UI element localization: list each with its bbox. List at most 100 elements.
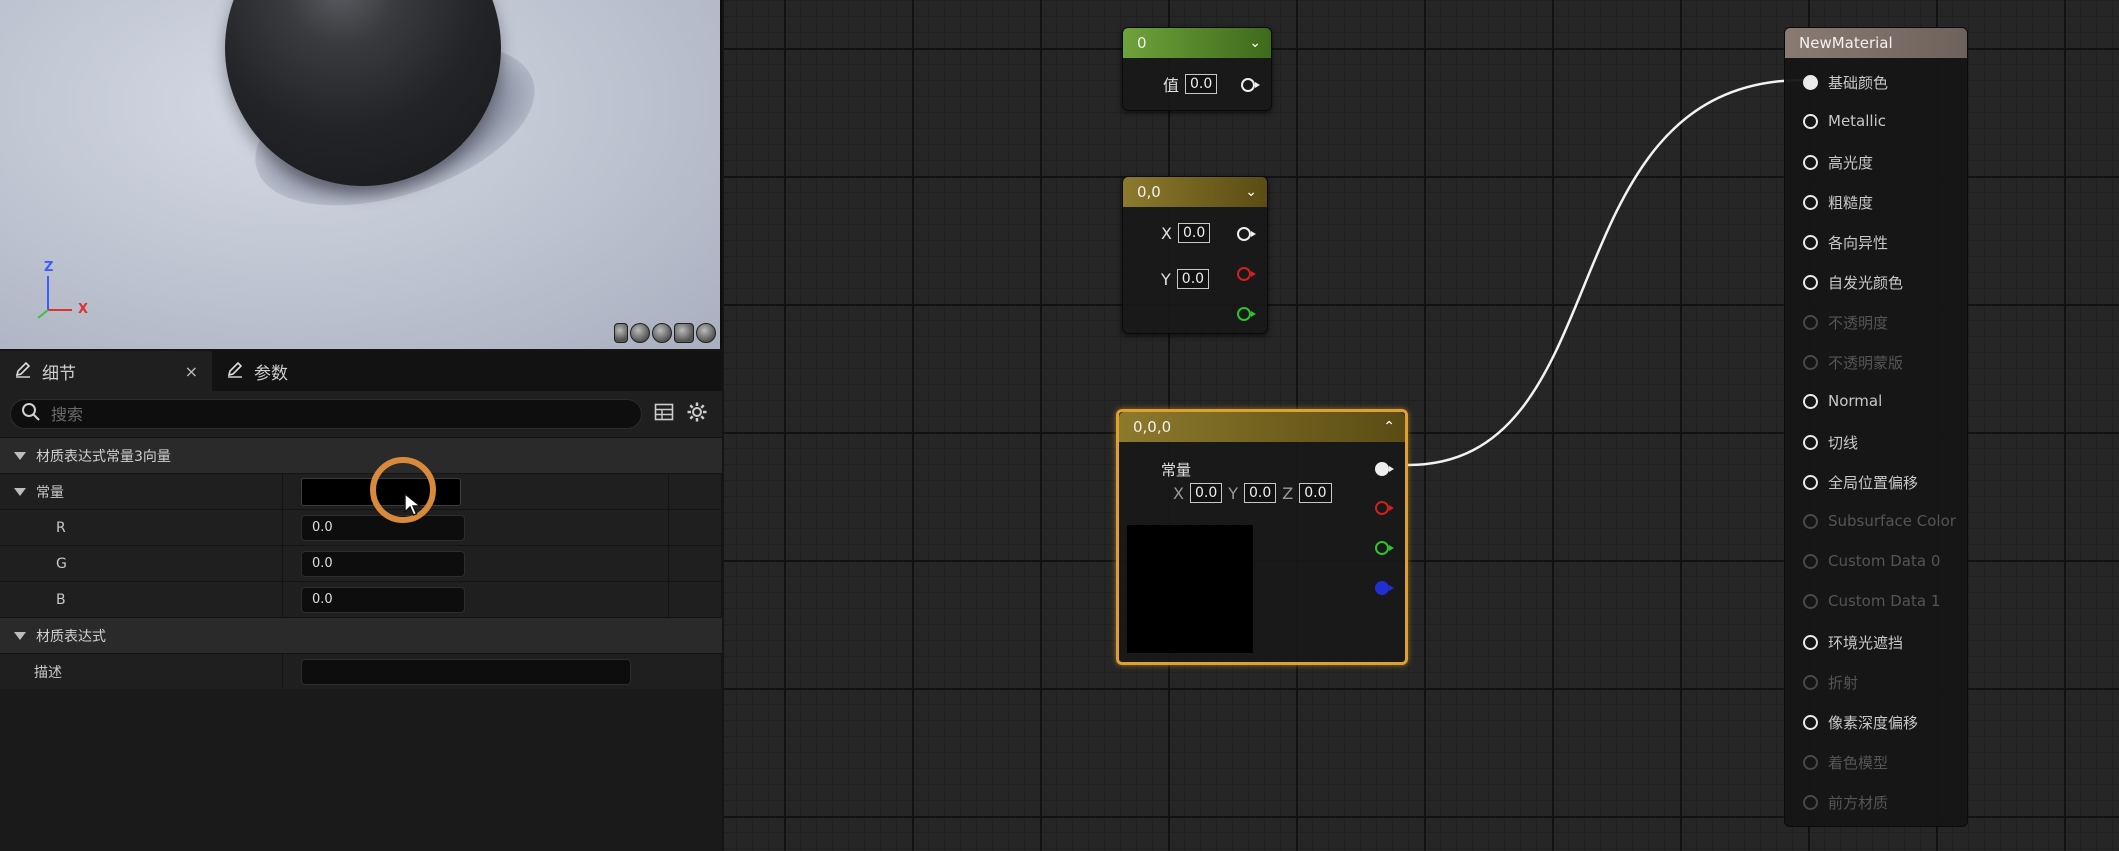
input-pin-icon[interactable]	[1803, 435, 1818, 450]
r-input[interactable]: 0.0	[301, 514, 465, 541]
preview-sphere-button[interactable]	[630, 323, 650, 343]
value-input[interactable]: 0.0	[1185, 74, 1218, 94]
gear-icon[interactable]	[686, 401, 708, 427]
preview-cube-button[interactable]	[674, 323, 694, 343]
result-pin-label: 折射	[1828, 674, 1859, 692]
input-pin-icon[interactable]	[1803, 75, 1818, 90]
result-pin[interactable]: Metallic	[1803, 112, 1886, 130]
preview-plane-button[interactable]	[652, 323, 672, 343]
result-pin[interactable]: 像素深度偏移	[1803, 712, 1918, 733]
property-extra	[669, 582, 722, 617]
result-pin[interactable]: 全局位置偏移	[1803, 472, 1918, 493]
x-input[interactable]: 0.0	[1177, 223, 1211, 243]
node-constant-2vector[interactable]: 0,0 ⌄ X 0.0 Y 0.0	[1122, 176, 1268, 334]
table-view-icon[interactable]	[654, 402, 674, 426]
result-pin[interactable]: 前方材质	[1803, 792, 1888, 813]
result-pin[interactable]: 高光度	[1803, 152, 1873, 173]
node-scalar-constant[interactable]: 0 ⌄ 值 0.0	[1122, 27, 1272, 111]
input-pin-icon[interactable]	[1803, 155, 1818, 170]
axis-z-label: Z	[44, 260, 54, 275]
output-pin-g[interactable]	[1237, 307, 1256, 321]
node-vec2-header[interactable]: 0,0 ⌄	[1123, 177, 1267, 207]
collapse-arrow-icon[interactable]	[14, 487, 26, 496]
output-pin[interactable]	[1375, 462, 1394, 476]
y-input[interactable]: 0.0	[1244, 483, 1277, 503]
input-pin-icon[interactable]	[1803, 355, 1818, 370]
y-label: Y	[1228, 483, 1239, 503]
input-pin-icon[interactable]	[1803, 195, 1818, 210]
result-pin[interactable]: 着色模型	[1803, 752, 1888, 773]
input-pin-icon[interactable]	[1803, 475, 1818, 490]
section-expression-header[interactable]: 材质表达式	[0, 617, 722, 653]
result-pin[interactable]: 自发光颜色	[1803, 272, 1903, 293]
property-row-g: G 0.0	[0, 545, 722, 581]
preview-cylinder-button[interactable]	[614, 323, 628, 343]
pencil-icon	[226, 360, 244, 383]
search-input[interactable]	[51, 404, 611, 424]
result-pin[interactable]: 不透明度	[1803, 312, 1888, 333]
input-pin-icon[interactable]	[1803, 675, 1818, 690]
axis-x-label: X	[78, 302, 89, 317]
node-scalar-header[interactable]: 0 ⌄	[1123, 28, 1271, 58]
input-pin-icon[interactable]	[1803, 715, 1818, 730]
node-material-result[interactable]: NewMaterial 基础颜色 Metallic 高光度粗糙度各向异性自发光颜色不…	[1784, 27, 1968, 827]
input-pin-icon[interactable]	[1803, 393, 1818, 409]
input-pin-icon[interactable]	[1803, 553, 1818, 569]
search-box[interactable]	[10, 399, 642, 429]
property-extra	[669, 474, 722, 509]
result-pin[interactable]: 粗糙度	[1803, 192, 1873, 213]
input-pin-icon[interactable]	[1803, 315, 1818, 330]
input-pin-icon[interactable]	[1803, 593, 1818, 609]
property-row-constant: 常量	[0, 473, 722, 509]
input-pin-icon[interactable]	[1803, 235, 1818, 250]
result-pin[interactable]: 基础颜色	[1803, 72, 1888, 93]
preview-teapot-button[interactable]	[696, 323, 716, 343]
g-input[interactable]: 0.0	[301, 550, 465, 577]
b-input[interactable]: 0.0	[301, 586, 465, 613]
desc-input[interactable]	[301, 658, 631, 685]
input-pin-icon[interactable]	[1803, 795, 1818, 810]
input-pin-icon[interactable]	[1803, 513, 1818, 529]
property-row-desc: 描述	[0, 653, 722, 689]
material-preview-viewport[interactable]: Z X	[0, 0, 722, 349]
result-pin[interactable]: Custom Data 0	[1803, 552, 1940, 570]
output-pin[interactable]	[1237, 227, 1256, 241]
output-pin-r[interactable]	[1237, 267, 1256, 281]
result-pin[interactable]: Normal	[1803, 392, 1882, 410]
output-pin-g[interactable]	[1375, 541, 1394, 555]
x-input[interactable]: 0.0	[1189, 483, 1223, 503]
result-pin-label: 高光度	[1828, 154, 1874, 172]
input-pin-icon[interactable]	[1803, 635, 1818, 650]
input-pin-icon[interactable]	[1803, 275, 1818, 290]
tab-details-label: 细节	[42, 363, 76, 384]
node-vec3-header[interactable]: 0,0,0 ⌃	[1119, 412, 1405, 442]
result-node-header[interactable]: NewMaterial	[1785, 28, 1967, 58]
chevron-down-icon[interactable]: ⌄	[1249, 35, 1261, 51]
collapse-arrow-icon	[14, 451, 26, 460]
y-input[interactable]: 0.0	[1176, 269, 1210, 289]
result-pin[interactable]: 各向异性	[1803, 232, 1888, 253]
node-constant-3vector[interactable]: 0,0,0 ⌃ 常量 X 0.0 Y 0.0 Z 0.0	[1116, 409, 1408, 665]
input-pin-icon[interactable]	[1803, 113, 1818, 129]
property-extra	[669, 510, 722, 545]
chevron-up-icon[interactable]: ⌃	[1383, 419, 1395, 435]
chevron-down-icon[interactable]: ⌄	[1245, 184, 1257, 200]
tab-details[interactable]: 细节 ×	[0, 351, 212, 391]
result-pin[interactable]: Subsurface Color	[1803, 512, 1956, 530]
output-pin[interactable]	[1241, 78, 1260, 92]
result-pin[interactable]: 折射	[1803, 672, 1858, 693]
tab-parameters[interactable]: 参数	[212, 351, 302, 391]
result-pin[interactable]: 环境光遮挡	[1803, 632, 1903, 653]
collapse-arrow-icon	[14, 631, 26, 640]
result-pin-label: Metallic	[1828, 112, 1886, 130]
result-pin[interactable]: 切线	[1803, 432, 1858, 453]
result-pin[interactable]: 不透明蒙版	[1803, 352, 1903, 373]
z-input[interactable]: 0.0	[1299, 483, 1332, 503]
section-vector3-header[interactable]: 材质表达式常量3向量	[0, 437, 722, 473]
input-pin-icon[interactable]	[1803, 755, 1818, 770]
result-pin[interactable]: Custom Data 1	[1803, 592, 1940, 610]
output-pin-b[interactable]	[1375, 581, 1394, 595]
result-pin-label: 切线	[1828, 434, 1859, 452]
output-pin-r[interactable]	[1375, 501, 1394, 515]
close-icon[interactable]: ×	[185, 362, 198, 381]
